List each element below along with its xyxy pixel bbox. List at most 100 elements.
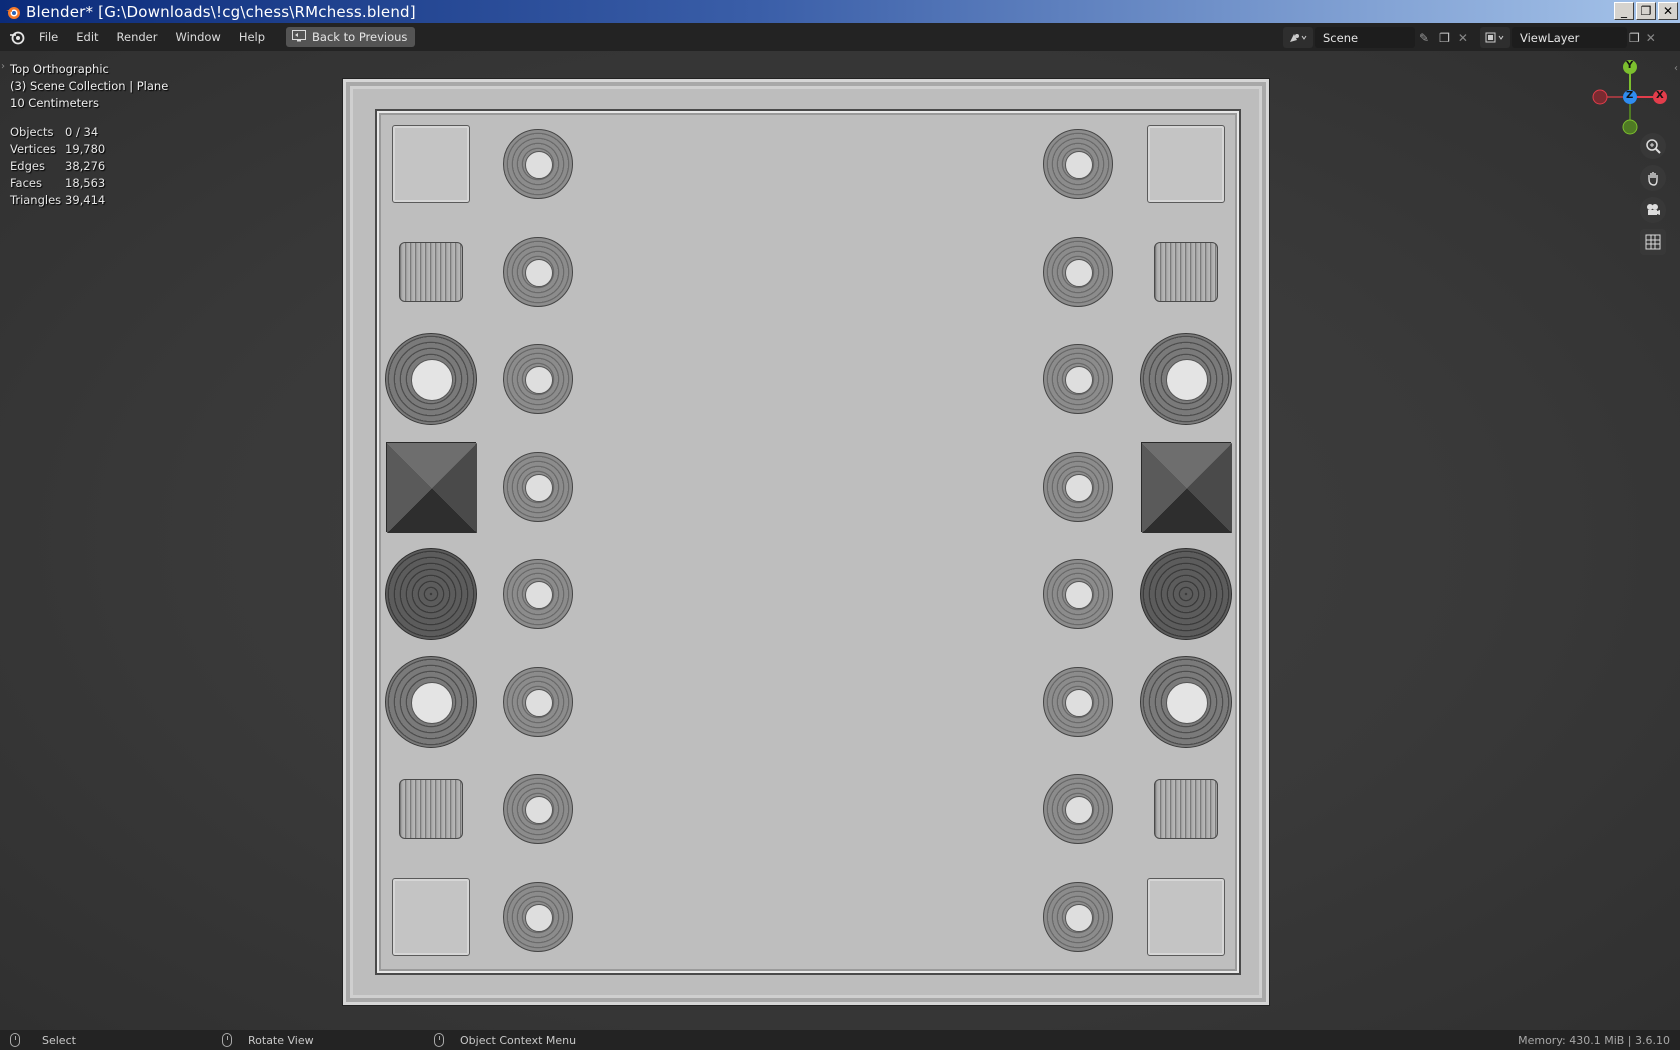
chess-cylinder-piece[interactable] [1154, 779, 1218, 839]
hint-context-label: Object Context Menu [460, 1033, 577, 1047]
remove-view-layer-icon[interactable]: ✕ [1646, 31, 1656, 45]
chess-cone-piece[interactable] [1140, 548, 1232, 640]
view-name: Top Orthographic [10, 62, 109, 76]
chess-pawn-piece[interactable] [1043, 236, 1113, 307]
toolbar-expand-icon[interactable]: › [1, 61, 5, 72]
chess-tile-piece[interactable] [1147, 125, 1225, 203]
remove-scene-icon[interactable]: ✕ [1458, 31, 1468, 45]
chess-ring-piece[interactable] [1140, 655, 1232, 748]
chess-pawn-piece[interactable] [503, 236, 573, 307]
stat-value: 39,414 [65, 193, 106, 207]
navigation-gizmo[interactable]: Y Z X [1590, 57, 1670, 137]
window-title: Blender* [G:\Downloads\!cg\chess\RMchess… [26, 2, 416, 21]
collection-name: (3) Scene Collection | Plane [10, 79, 169, 93]
menu-window[interactable]: Window [166, 23, 229, 51]
pan-hand-icon[interactable] [1640, 165, 1666, 191]
stat-label: Objects [10, 125, 54, 139]
chess-pawn-piece[interactable] [503, 344, 573, 414]
chess-pawn-piece[interactable] [503, 881, 573, 952]
view-layer-name-field[interactable]: ViewLayer [1512, 27, 1627, 48]
menu-help[interactable]: Help [230, 23, 274, 51]
chess-pawn-piece[interactable] [1043, 666, 1113, 737]
stat-value: 0 / 34 [65, 125, 99, 139]
status-bar: Select Rotate View Object Context Menu M… [0, 1030, 1680, 1050]
scene-name: Scene [1323, 30, 1359, 45]
chess-tile-piece[interactable] [1147, 877, 1225, 956]
gizmo-y-label: Y [1626, 60, 1634, 71]
scene-statistics: Objects 0 / 34 Vertices 19,780 Edges 38,276… [10, 124, 105, 209]
viewport-nav-buttons [1640, 133, 1666, 255]
mouse-middle-icon [222, 1033, 232, 1047]
hint-context: Object Context Menu [434, 1033, 576, 1047]
chess-cone-piece[interactable] [385, 548, 477, 640]
stat-value: 19,780 [65, 142, 106, 156]
hint-select-label: Select [42, 1033, 76, 1047]
3d-viewport[interactable]: › ‹ Top Orthographic (3) Scene Collectio… [0, 51, 1680, 1030]
camera-view-icon[interactable] [1640, 197, 1666, 223]
hint-select: Select [10, 1033, 76, 1047]
screen-back-icon [292, 29, 307, 45]
gizmo-x-label: X [1656, 90, 1664, 101]
chess-ring-piece[interactable] [1140, 333, 1232, 425]
chess-pawn-piece[interactable] [503, 559, 573, 629]
chess-cylinder-piece[interactable] [1154, 241, 1218, 302]
chess-pawn-piece[interactable] [1043, 559, 1113, 629]
chess-pawn-piece[interactable] [1043, 451, 1113, 522]
chess-ring-piece[interactable] [385, 655, 477, 748]
stat-label: Edges [10, 159, 45, 173]
grid-scale: 10 Centimeters [10, 96, 99, 110]
chess-board-frame[interactable] [342, 78, 1270, 1006]
scene-selector[interactable]: Scene ✎ ❐ ✕ [1283, 27, 1468, 48]
view-layer-selector[interactable]: ViewLayer ❐ ✕ [1480, 27, 1656, 48]
stat-row: Triangles 39,414 [10, 192, 105, 209]
chess-pawn-piece[interactable] [503, 774, 573, 844]
stat-value: 18,563 [65, 176, 106, 190]
scene-browse-icon[interactable] [1283, 27, 1313, 48]
pin-icon[interactable]: ✎ [1419, 31, 1429, 45]
chess-pawn-piece[interactable] [1043, 774, 1113, 844]
close-button[interactable]: ✕ [1658, 2, 1678, 20]
chess-pawn-piece[interactable] [1043, 344, 1113, 414]
stat-label: Faces [10, 176, 42, 190]
stat-row: Faces 18,563 [10, 175, 105, 192]
menu-render[interactable]: Render [108, 23, 167, 51]
chess-pyramid-piece[interactable] [386, 441, 477, 533]
chess-pawn-piece[interactable] [1043, 129, 1113, 199]
restore-button[interactable]: ❐ [1636, 2, 1656, 20]
hint-rotate: Rotate View [222, 1033, 314, 1047]
stat-value: 38,276 [65, 159, 106, 173]
chess-board-plane[interactable] [375, 109, 1241, 975]
minimize-button[interactable]: _ [1614, 2, 1634, 20]
stat-row: Vertices 19,780 [10, 141, 105, 158]
view-layer-name: ViewLayer [1520, 30, 1580, 45]
stat-row: Edges 38,276 [10, 158, 105, 175]
new-scene-icon[interactable]: ❐ [1439, 31, 1450, 45]
chess-cylinder-piece[interactable] [399, 779, 463, 839]
zoom-icon[interactable] [1640, 133, 1666, 159]
sidebar-expand-icon[interactable]: ‹ [1674, 63, 1678, 74]
viewport-info: Top Orthographic (3) Scene Collection | … [10, 61, 168, 112]
menu-edit[interactable]: Edit [67, 23, 107, 51]
back-to-previous-button[interactable]: Back to Previous [286, 27, 416, 47]
chess-ring-piece[interactable] [385, 333, 477, 425]
stat-row: Objects 0 / 34 [10, 124, 105, 141]
mouse-left-icon [10, 1033, 20, 1047]
chess-tile-piece[interactable] [392, 877, 470, 956]
grid-perspective-icon[interactable] [1640, 229, 1666, 255]
chess-cylinder-piece[interactable] [399, 241, 463, 302]
chess-tile-piece[interactable] [392, 125, 470, 203]
blender-logo-icon [4, 3, 22, 21]
mouse-right-icon [434, 1033, 444, 1047]
new-view-layer-icon[interactable]: ❐ [1629, 31, 1640, 45]
view-layer-browse-icon[interactable] [1480, 27, 1510, 48]
blender-menu-icon[interactable] [4, 23, 30, 51]
chess-pawn-piece[interactable] [1043, 881, 1113, 952]
chess-pawn-piece[interactable] [503, 666, 573, 737]
chess-pyramid-piece[interactable] [1141, 441, 1232, 533]
chess-pawn-piece[interactable] [503, 129, 573, 199]
chess-pawn-piece[interactable] [503, 451, 573, 522]
scene-name-field[interactable]: Scene [1315, 27, 1415, 48]
gizmo-z-label: Z [1626, 90, 1634, 101]
stat-label: Vertices [10, 142, 56, 156]
menu-file[interactable]: File [30, 23, 67, 51]
